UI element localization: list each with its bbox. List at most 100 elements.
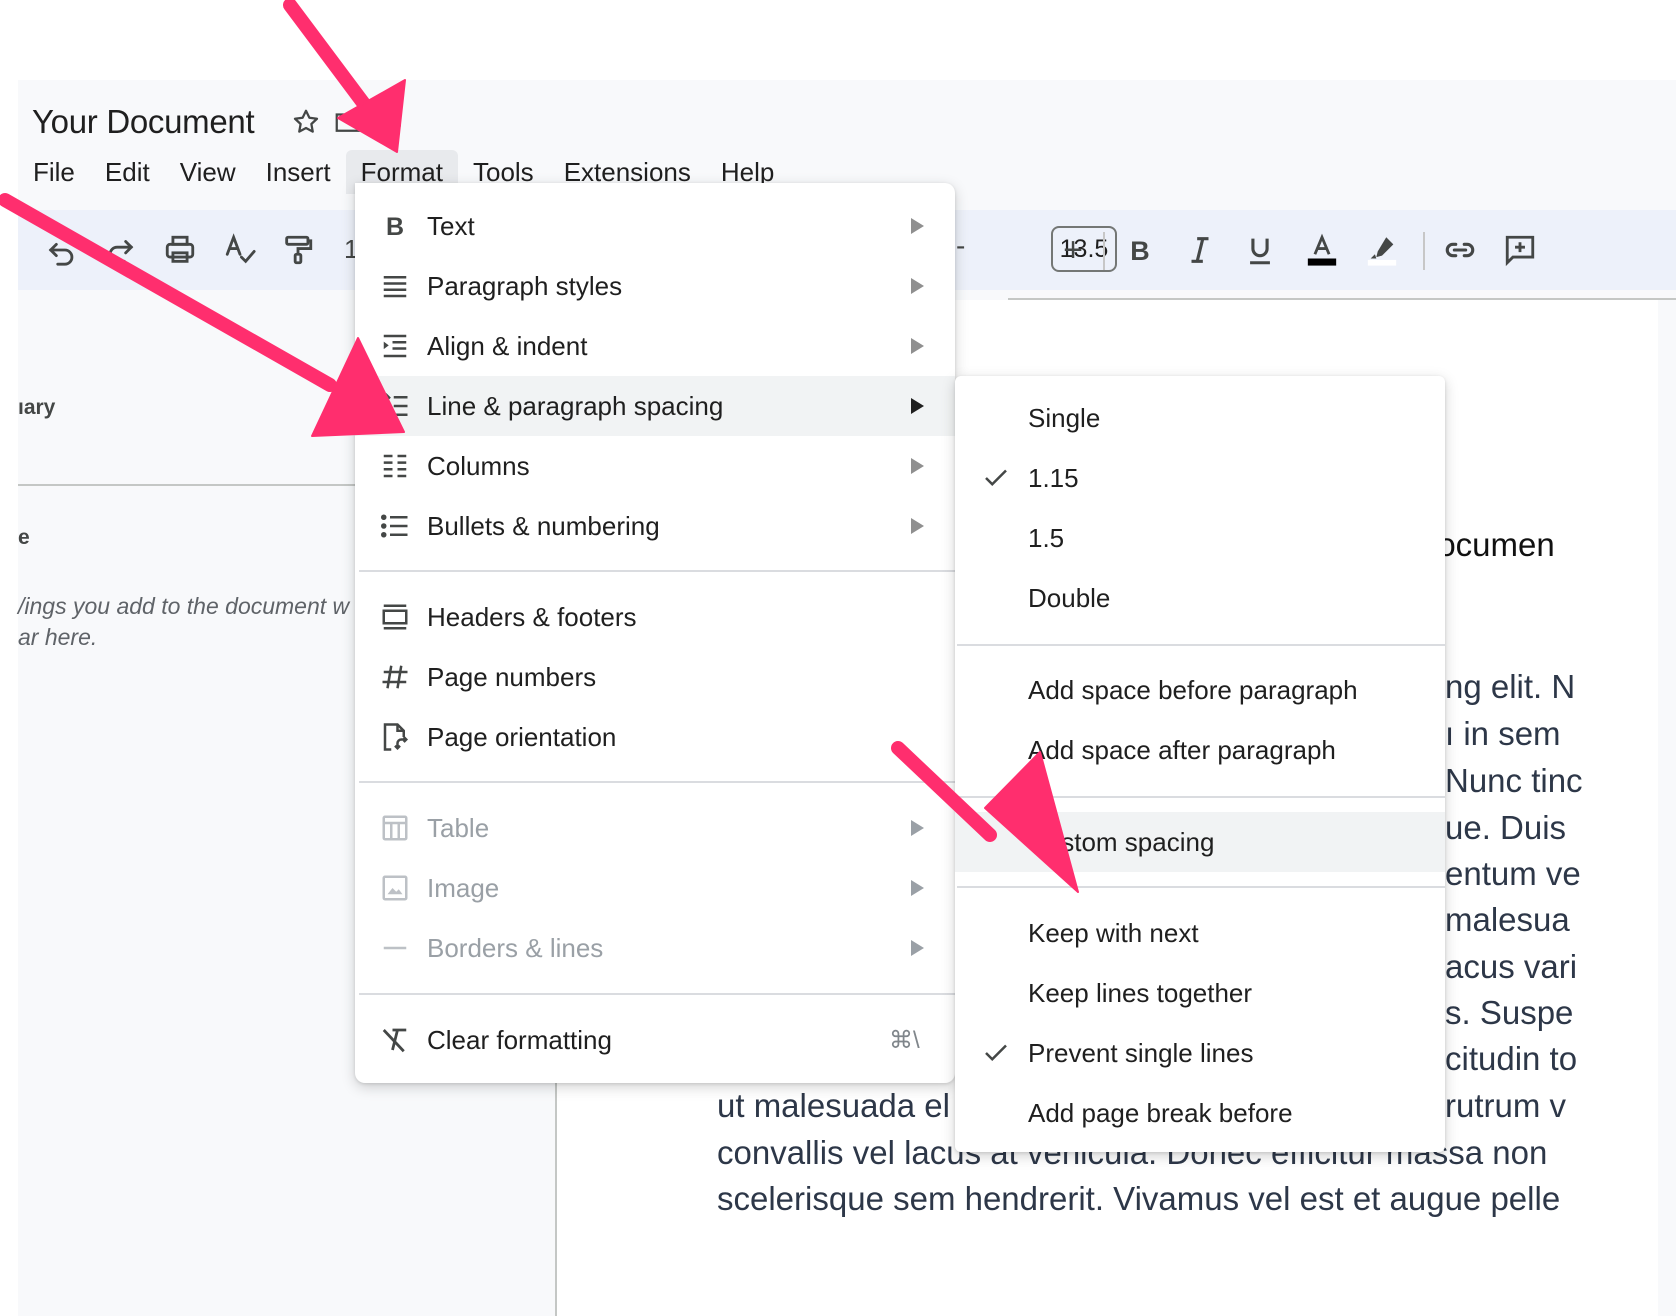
menu-item-label: Single <box>1028 402 1101 433</box>
italic-button[interactable] <box>1176 226 1224 274</box>
print-button[interactable] <box>156 226 204 274</box>
menu-divider <box>359 570 955 572</box>
plus-icon: + <box>1063 230 1083 269</box>
add-space-after-paragraph[interactable]: Add space after paragraph <box>955 720 1445 780</box>
table-icon <box>379 812 411 844</box>
page-orientation-icon <box>379 721 411 753</box>
submenu-arrow-icon <box>911 338 924 354</box>
menu-item-label: Page numbers <box>427 661 597 692</box>
svg-text:B: B <box>386 213 404 241</box>
sidebar-divider <box>18 484 358 486</box>
font-size-decrease-button[interactable]: - <box>956 230 965 262</box>
menu-item-label: 1.15 <box>1028 462 1079 493</box>
format-menu-item-borders-lines[interactable]: Borders & lines <box>355 918 955 978</box>
menu-item-label: Page orientation <box>427 721 617 752</box>
spacing-option-1-15[interactable]: 1.15 <box>955 448 1445 508</box>
menu-divider <box>957 644 1445 646</box>
redo-button[interactable] <box>96 226 144 274</box>
borders-lines-icon <box>379 932 411 964</box>
star-icon[interactable] <box>288 104 324 140</box>
menu-item-label: Prevent single lines <box>1028 1037 1254 1068</box>
format-menu-item-bullets[interactable]: Bullets & numbering <box>355 496 955 556</box>
add-page-break-before[interactable]: Add page break before <box>955 1083 1445 1143</box>
menu-divider <box>359 781 955 783</box>
clear-formatting-icon <box>379 1024 411 1056</box>
body-line: scelerisque sem hendrerit. Vivamus vel e… <box>717 1180 1561 1217</box>
menu-view[interactable]: View <box>165 150 251 194</box>
prevent-single-lines[interactable]: Prevent single lines <box>955 1023 1445 1083</box>
bold-button[interactable]: B <box>1116 226 1164 274</box>
keep-with-next[interactable]: Keep with next <box>955 903 1445 963</box>
menu-item-label: Keep with next <box>1028 917 1199 948</box>
body-line: entum ve <box>1445 855 1581 892</box>
format-menu-item-headers-footers[interactable]: Headers & footers <box>355 587 955 647</box>
headers-footers-icon <box>379 601 411 633</box>
submenu-arrow-icon <box>911 940 924 956</box>
body-line: malesua <box>1445 901 1570 938</box>
paragraph-styles-icon <box>379 270 411 302</box>
paint-format-button[interactable] <box>274 226 322 274</box>
format-menu-item-image[interactable]: Image <box>355 858 955 918</box>
body-line: ı in sem <box>1445 715 1561 752</box>
menu-divider <box>957 886 1445 888</box>
title-row: Your Document <box>32 100 406 144</box>
text-color-button[interactable] <box>1298 226 1346 274</box>
menu-item-label: 1.5 <box>1028 522 1065 553</box>
body-line: citudin to <box>1445 1040 1578 1077</box>
menu-item-label: Add space before paragraph <box>1028 674 1358 705</box>
format-menu-item-page-orientation[interactable]: Page orientation <box>355 707 955 767</box>
format-menu: B Text Paragraph styles Align & indent L… <box>355 183 955 1083</box>
add-comment-button[interactable] <box>1496 226 1544 274</box>
menu-divider <box>359 993 955 995</box>
body-line: Nunc tinc <box>1445 762 1583 799</box>
menu-item-label: Headers & footers <box>427 601 637 632</box>
menu-item-label: Custom spacing <box>1028 826 1215 857</box>
menu-item-label: Image <box>427 872 500 903</box>
hash-icon <box>379 661 411 693</box>
body-line: ue. Duis <box>1445 809 1567 846</box>
body-line: rutrum v <box>1445 1087 1567 1124</box>
image-icon <box>379 872 411 904</box>
columns-icon <box>379 450 411 482</box>
bullets-icon <box>379 510 411 542</box>
format-menu-item-paragraph-styles[interactable]: Paragraph styles <box>355 256 955 316</box>
add-space-before-paragraph[interactable]: Add space before paragraph <box>955 660 1445 720</box>
format-menu-item-text[interactable]: B Text <box>355 196 955 256</box>
menu-item-label: Add space after paragraph <box>1028 734 1336 765</box>
toolbar-divider <box>1423 232 1425 270</box>
spellcheck-button[interactable] <box>216 226 264 274</box>
body-line: s. Suspe <box>1445 994 1574 1031</box>
format-menu-item-clear-formatting[interactable]: Clear formatting ⌘\ <box>355 1010 955 1070</box>
menu-item-label: Clear formatting <box>427 1024 612 1055</box>
document-title[interactable]: Your Document <box>32 103 255 141</box>
format-menu-item-table[interactable]: Table <box>355 798 955 858</box>
format-menu-item-page-numbers[interactable]: Page numbers <box>355 647 955 707</box>
menu-item-label: Text <box>427 210 475 241</box>
font-size-increase-button[interactable]: + <box>1049 226 1097 274</box>
keep-lines-together[interactable]: Keep lines together <box>955 963 1445 1023</box>
menu-item-label: Add page break before <box>1028 1097 1293 1128</box>
document-heading: locumen <box>1430 526 1555 563</box>
format-menu-item-line-spacing[interactable]: Line & paragraph spacing <box>355 376 955 436</box>
spacing-option-1-5[interactable]: 1.5 <box>955 508 1445 568</box>
undo-button[interactable] <box>38 226 86 274</box>
move-folder-icon[interactable] <box>330 104 366 140</box>
format-menu-item-columns[interactable]: Columns <box>355 436 955 496</box>
menu-item-label: Align & indent <box>427 330 588 361</box>
menu-insert[interactable]: Insert <box>251 150 346 194</box>
highlight-color-button[interactable] <box>1358 226 1406 274</box>
menu-item-label: Borders & lines <box>427 932 604 963</box>
body-line: acus vari <box>1445 948 1578 985</box>
spacing-option-single[interactable]: Single <box>955 388 1445 448</box>
menu-file[interactable]: File <box>18 150 90 194</box>
underline-button[interactable] <box>1236 226 1284 274</box>
spacing-option-double[interactable]: Double <box>955 568 1445 628</box>
menu-divider <box>957 796 1445 798</box>
format-menu-item-align-indent[interactable]: Align & indent <box>355 316 955 376</box>
custom-spacing[interactable]: Custom spacing <box>955 812 1445 872</box>
submenu-arrow-icon <box>911 820 924 836</box>
menu-edit[interactable]: Edit <box>90 150 165 194</box>
cloud-saved-icon[interactable] <box>370 104 406 140</box>
outline-heading: e <box>18 526 30 549</box>
insert-link-button[interactable] <box>1436 226 1484 274</box>
